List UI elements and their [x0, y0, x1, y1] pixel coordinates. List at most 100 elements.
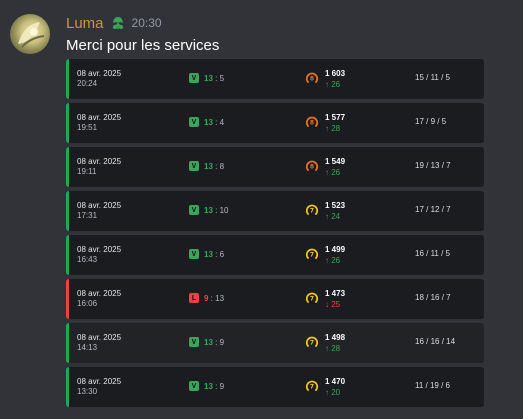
rank-level-icon: 7: [305, 204, 319, 215]
rank-level: 8: [310, 120, 314, 127]
match-score: 13 : 4: [204, 118, 224, 127]
rank-level-icon: 7: [305, 292, 319, 303]
elo-change: ↑ 26: [325, 168, 341, 177]
result-badge: V: [189, 117, 199, 127]
match-row: 08 avr. 2025 13:30 V 13 : 9 7 1 470 ↑ 20…: [66, 367, 484, 407]
match-datetime: 08 avr. 2025 19:51: [77, 113, 121, 133]
match-row: 08 avr. 2025 17:31 V 13 : 10 7 1 523 ↑ 2…: [66, 191, 484, 231]
opponent-score: 13: [215, 293, 225, 303]
rank-level: 7: [310, 384, 314, 391]
rank-level-icon: 8: [305, 160, 319, 171]
result-badge: V: [189, 205, 199, 215]
result-badge: V: [189, 381, 199, 391]
match-score: 13 : 10: [204, 206, 228, 215]
match-time: 16:06: [77, 299, 98, 308]
result-badge: V: [189, 249, 199, 259]
score-separator: :: [212, 337, 220, 347]
elo-value: 1 498: [325, 333, 346, 342]
match-datetime: 08 avr. 2025 13:30: [77, 377, 121, 397]
kda-stats: 15 / 11 / 5: [415, 73, 450, 82]
elo-value: 1 549: [325, 157, 346, 166]
match-score: 9 : 13: [204, 294, 224, 303]
score-separator: :: [212, 161, 220, 171]
match-result: V 13 : 6: [189, 249, 224, 259]
match-score: 13 : 9: [204, 382, 224, 391]
match-time: 19:51: [77, 123, 98, 132]
elo-value: 1 470: [325, 377, 346, 386]
match-time: 16:43: [77, 255, 98, 264]
elo-block: 1 549 ↑ 26: [325, 156, 345, 178]
kda-stats: 17 / 9 / 5: [415, 117, 447, 126]
match-time: 19:11: [77, 167, 97, 176]
rank-level: 7: [310, 252, 314, 259]
match-result: V 13 : 8: [189, 161, 224, 171]
match-score: 13 : 8: [204, 162, 224, 171]
match-result: V 13 : 9: [189, 381, 224, 391]
elo-change: ↑ 26: [325, 80, 341, 89]
username[interactable]: Luma: [66, 15, 104, 32]
kda-stats: 19 / 13 / 7: [415, 161, 451, 170]
team-score: 13: [204, 337, 213, 347]
result-badge: V: [189, 161, 199, 171]
match-date: 08 avr. 2025: [77, 157, 122, 166]
match-time: 13:30: [77, 387, 98, 396]
match-result: L 9 : 13: [189, 293, 224, 303]
match-datetime: 08 avr. 2025 16:06: [77, 289, 121, 309]
match-result: V 13 : 9: [189, 337, 224, 347]
team-score: 13: [204, 205, 213, 215]
message-header: Luma 20:30: [66, 14, 162, 32]
kda-stats: 16 / 11 / 5: [415, 249, 450, 258]
message-timestamp[interactable]: 20:30: [132, 16, 162, 30]
team-score: 13: [204, 249, 213, 259]
match-datetime: 08 avr. 2025 19:11: [77, 157, 121, 177]
match-time: 20:24: [77, 79, 98, 88]
elo-change: ↑ 28: [325, 344, 341, 353]
rank-level: 7: [310, 340, 314, 347]
elo-block: 1 473 ↓ 25: [325, 288, 345, 310]
match-score: 13 : 6: [204, 250, 224, 259]
team-score: 13: [204, 73, 213, 83]
opponent-score: 4: [219, 117, 225, 127]
opponent-score: 10: [219, 205, 229, 215]
elo-change: ↑ 24: [325, 212, 341, 221]
match-result: V 13 : 10: [189, 205, 228, 215]
elo-change: ↑ 26: [325, 256, 341, 265]
match-row: 08 avr. 2025 16:43 V 13 : 6 7 1 499 ↑ 26…: [66, 235, 484, 275]
message-text: Merci pour les services: [66, 37, 220, 54]
elo-block: 1 577 ↑ 28: [325, 112, 345, 134]
match-date: 08 avr. 2025: [77, 113, 122, 122]
opponent-score: 9: [219, 381, 225, 391]
rank-level-icon: 7: [305, 336, 319, 347]
rank-level: 7: [310, 296, 314, 303]
match-date: 08 avr. 2025: [77, 201, 122, 210]
elo-block: 1 470 ↑ 20: [325, 376, 345, 398]
elo-block: 1 523 ↑ 24: [325, 200, 345, 222]
match-datetime: 08 avr. 2025 20:24: [77, 69, 121, 89]
kda-stats: 11 / 19 / 6: [415, 381, 450, 390]
match-result: V 13 : 4: [189, 117, 224, 127]
match-score: 13 : 9: [204, 338, 224, 347]
elo-value: 1 523: [325, 201, 346, 210]
match-score: 13 : 5: [204, 74, 224, 83]
match-row: 08 avr. 2025 19:51 V 13 : 4 8 1 577 ↑ 28…: [66, 103, 484, 143]
match-date: 08 avr. 2025: [77, 377, 122, 386]
avatar[interactable]: [10, 14, 50, 54]
rank-level-icon: 7: [305, 380, 319, 391]
avatar-image: [18, 22, 45, 48]
leaf-badge-icon[interactable]: [110, 15, 126, 31]
elo-change: ↑ 28: [325, 124, 341, 133]
rank-level: 8: [310, 76, 314, 83]
result-badge: L: [189, 293, 199, 303]
elo-value: 1 473: [325, 289, 346, 298]
match-row: 08 avr. 2025 14:13 V 13 : 9 7 1 498 ↑ 28…: [66, 323, 484, 363]
elo-change: ↑ 20: [325, 388, 341, 397]
opponent-score: 8: [219, 161, 225, 171]
match-datetime: 08 avr. 2025 17:31: [77, 201, 121, 221]
match-time: 17:31: [77, 211, 98, 220]
rank-level: 8: [310, 164, 314, 171]
kda-stats: 17 / 12 / 7: [415, 205, 451, 214]
match-date: 08 avr. 2025: [77, 69, 122, 78]
match-time: 14:13: [77, 343, 98, 352]
match-history-list: 08 avr. 2025 20:24 V 13 : 5 8 1 603 ↑ 26…: [66, 59, 484, 411]
result-badge: V: [189, 337, 199, 347]
